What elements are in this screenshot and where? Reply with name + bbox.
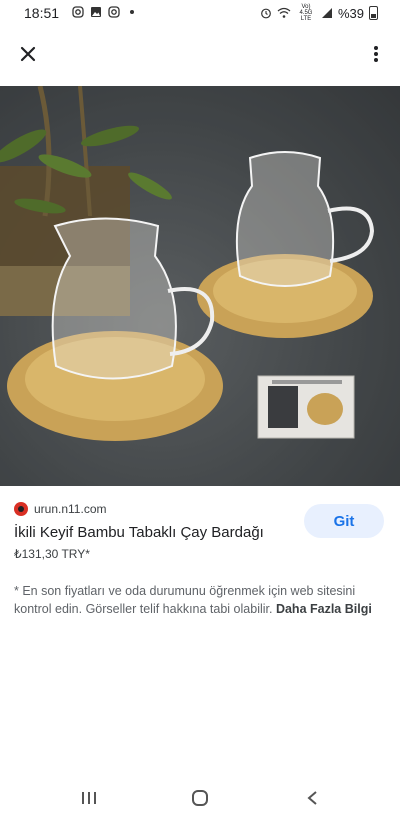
- home-icon: [192, 790, 208, 806]
- system-icons: Vo) 4.5G LTE %39: [260, 4, 378, 22]
- recent-apps-icon: [82, 792, 96, 804]
- status-bar: 18:51 Vo) 4.5G LTE %39: [0, 0, 400, 26]
- disclaimer: * En son fiyatları ve oda durumunu öğren…: [14, 582, 386, 618]
- wifi-icon: [277, 7, 291, 18]
- product-price: ₺131,30 TRY*: [14, 547, 90, 561]
- gallery-icon: [91, 7, 101, 17]
- dot-icon: [130, 10, 134, 14]
- more-info-link[interactable]: Daha Fazla Bilgi: [276, 602, 372, 616]
- product-title[interactable]: İkili Keyif Bambu Tabaklı Çay Bardağı: [14, 524, 264, 541]
- system-nav-bar: [0, 772, 400, 822]
- tea-glasses-illustration: [0, 86, 400, 486]
- signal-icon: [321, 8, 332, 18]
- source-domain: urun.n11.com: [34, 502, 107, 516]
- site-favicon-icon: [14, 502, 28, 516]
- instagram-icon: [72, 6, 84, 18]
- home-button[interactable]: [186, 784, 214, 812]
- close-button[interactable]: [14, 40, 42, 68]
- visit-button[interactable]: Git: [304, 504, 384, 538]
- instagram-icon: [108, 6, 120, 18]
- product-image[interactable]: [0, 86, 400, 486]
- close-icon: [20, 46, 36, 62]
- more-options-button[interactable]: [362, 40, 390, 68]
- alarm-icon: [261, 8, 271, 19]
- app-bar: [0, 26, 400, 84]
- notification-icons: [72, 6, 138, 18]
- back-button[interactable]: [298, 784, 326, 812]
- status-time: 18:51: [24, 5, 60, 21]
- back-icon: [307, 791, 317, 805]
- source-row[interactable]: urun.n11.com: [14, 502, 107, 516]
- more-vert-icon: [374, 46, 378, 62]
- network-label: Vo) 4.5G LTE: [299, 4, 313, 22]
- recent-apps-button[interactable]: [75, 784, 103, 812]
- battery-icon: [369, 6, 378, 20]
- battery-percent: %39: [337, 5, 364, 21]
